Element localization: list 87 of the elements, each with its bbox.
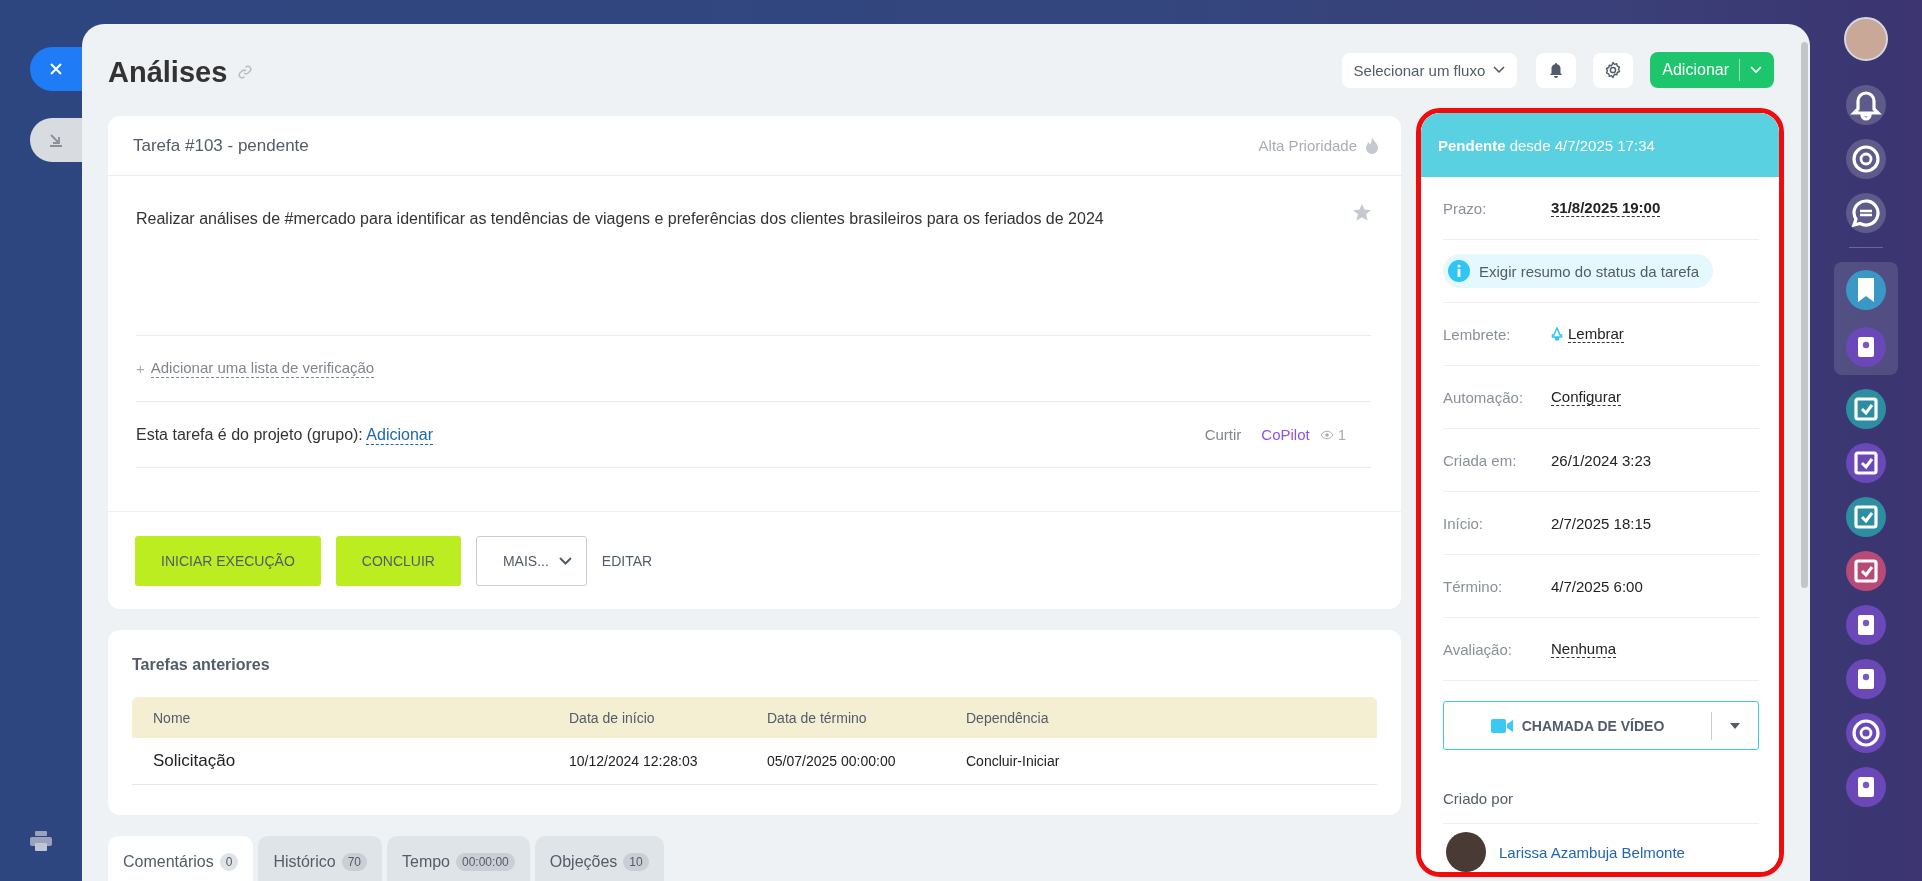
close-icon — [48, 61, 64, 77]
column-header: Data de início — [569, 709, 656, 726]
chevron-down-icon — [558, 556, 572, 565]
field-label: Lembrete: — [1443, 325, 1512, 343]
deadline-link[interactable]: 31/8/2025 19:00 — [1551, 199, 1661, 217]
close-button[interactable] — [30, 47, 82, 91]
tab[interactable]: Comentários 0 — [108, 836, 254, 881]
field-label: Início: — [1443, 514, 1485, 532]
printer-icon[interactable] — [30, 831, 52, 851]
field-value: 4/7/2025 6:00 — [1551, 577, 1643, 595]
add-checklist-link[interactable]: Adicionar uma lista de verificação — [150, 359, 375, 378]
tab[interactable]: Tempo 00:00:00 — [387, 836, 530, 881]
column-header: Data de término — [767, 709, 868, 726]
info-icon — [1448, 260, 1470, 282]
field-label: Prazo: — [1443, 199, 1488, 217]
column-header: Nome — [152, 709, 192, 726]
page-title: Análises — [108, 55, 228, 89]
video-call-button[interactable]: CHAMADA DE VÍDEO — [1443, 701, 1759, 750]
action-button[interactable]: CONCLUIR — [335, 535, 461, 586]
table-cell-text: Solicitação — [152, 751, 237, 771]
checkbox-icon[interactable] — [1846, 389, 1886, 429]
status-since: desde 4/7/2025 17:34 — [1509, 136, 1655, 154]
priority-label: Alta Prioridade — [1258, 137, 1357, 154]
task-title: Tarefa #103 - pendente — [133, 135, 309, 156]
section-title: Tarefas anteriores — [132, 655, 271, 675]
field-link[interactable]: Configurar — [1551, 388, 1622, 406]
count-badge: 00:00:00 — [456, 853, 515, 871]
add-project-link[interactable]: Adicionar — [366, 425, 434, 445]
minimize-button[interactable] — [30, 118, 82, 162]
spiral-icon[interactable] — [1846, 713, 1886, 753]
minimize-icon — [48, 132, 64, 148]
contact-card-icon[interactable] — [1846, 767, 1886, 807]
contact-card-icon[interactable] — [1846, 659, 1886, 699]
contact-card-icon[interactable] — [1846, 605, 1886, 645]
field-label: Automação: — [1443, 388, 1525, 406]
table-cell: Concluir-Iniciar — [966, 753, 1060, 769]
star-icon[interactable] — [1353, 204, 1371, 221]
bell-icon — [1551, 327, 1563, 341]
chevron-down-icon — [1493, 66, 1506, 74]
reminder-link[interactable]: Lembrar — [1568, 325, 1624, 343]
action-button[interactable]: INICIAR EXECUÇÃO — [135, 535, 321, 586]
table-cell-text: 05/07/2025 00:00:00 — [767, 753, 897, 769]
avatar-placeholder — [1446, 832, 1486, 872]
tab[interactable]: Objeções 10 — [534, 836, 664, 881]
checkbox-icon[interactable] — [1846, 551, 1886, 591]
field-label: Avaliação: — [1443, 640, 1513, 658]
avatar-placeholder[interactable] — [1844, 17, 1888, 61]
view-count: 1 — [1337, 426, 1346, 443]
settings-button[interactable] — [1593, 52, 1634, 88]
spiral-icon[interactable] — [1846, 139, 1886, 179]
flow-select[interactable]: Selecionar um fluxo — [1341, 52, 1518, 88]
contact-card-icon[interactable] — [1846, 327, 1886, 367]
project-label: Esta tarefa é do projeto (grupo): — [136, 425, 363, 443]
field-label: Criada em: — [1443, 451, 1518, 469]
plus-sign: + — [136, 360, 145, 377]
video-camera-icon — [1490, 718, 1513, 733]
like-link[interactable]: Curtir — [1204, 426, 1242, 443]
count-badge: 10 — [623, 853, 649, 871]
chat-icon[interactable] — [1846, 193, 1886, 233]
count-badge: 0 — [219, 853, 239, 871]
caret-down-icon — [1730, 722, 1740, 729]
count-badge: 70 — [341, 853, 367, 871]
bell-icon[interactable] — [1846, 85, 1886, 125]
table-cell-text: 10/12/2024 12:28:03 — [569, 753, 699, 769]
field-label: Término: — [1443, 577, 1504, 595]
checkbox-icon[interactable] — [1846, 497, 1886, 537]
settings-icon — [1604, 61, 1623, 79]
notice-pill[interactable]: Exigir resumo do status da tarefa — [1443, 254, 1714, 288]
creator-link[interactable]: Larissa Azambuja Belmonte — [1499, 843, 1685, 861]
field-value: 2/7/2025 18:15 — [1551, 514, 1652, 532]
checkbox-icon[interactable] — [1846, 443, 1886, 483]
notification-button[interactable] — [1536, 52, 1577, 88]
field-value: 26/1/2024 3:23 — [1551, 451, 1652, 469]
task-description: Realizar análises de #mercado para identificar as tendências de viagens e preferências dos clientes brasileiros para os feriados de 2024 — [136, 210, 1104, 228]
more-dropdown-button[interactable]: MAIS... — [475, 535, 587, 586]
edit-button[interactable]: EDITAR — [601, 535, 653, 586]
created-by-label: Criado por — [1443, 790, 1759, 824]
bookmark-icon[interactable] — [1846, 270, 1886, 310]
eye-icon — [1319, 429, 1334, 440]
tab[interactable]: Histórico 70 — [258, 836, 382, 881]
bell-icon — [1548, 62, 1565, 78]
scrollbar[interactable] — [1801, 42, 1808, 588]
copilot-link[interactable]: CoPilot — [1261, 426, 1310, 443]
column-header: Dependência — [966, 709, 1049, 726]
status-label: Pendente — [1438, 136, 1506, 154]
field-link[interactable]: Nenhuma — [1551, 640, 1617, 658]
chevron-down-icon — [1750, 66, 1762, 74]
